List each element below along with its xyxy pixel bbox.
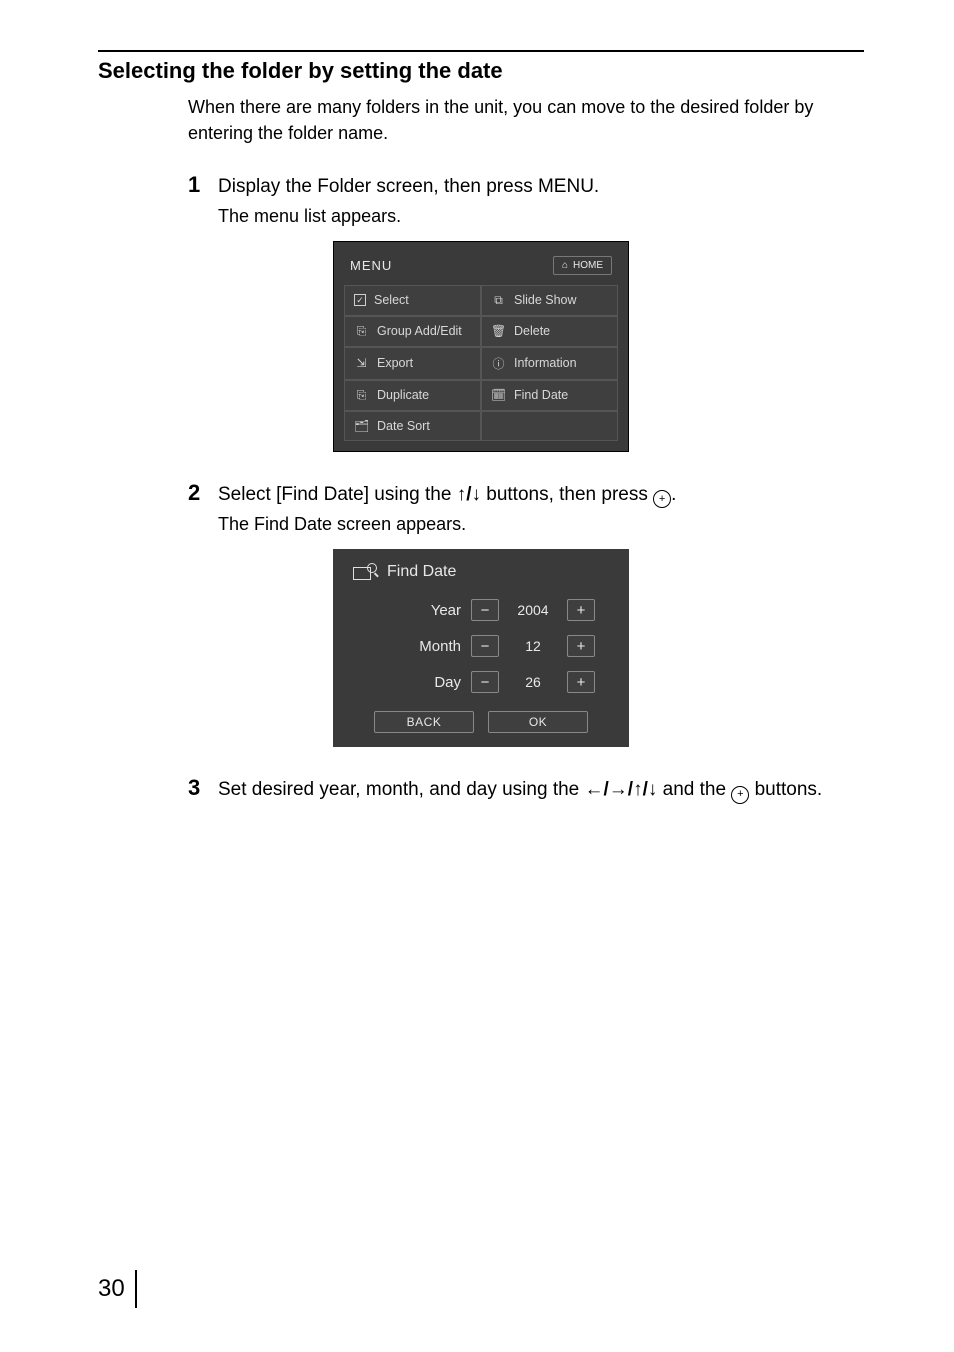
check-icon: ✓ bbox=[354, 294, 366, 306]
menu-item-finddate[interactable]: 🗓 Find Date bbox=[481, 380, 618, 411]
month-plus-button[interactable]: + bbox=[567, 635, 595, 657]
step-2: 2 Select [Find Date] using the ↑/↓ butto… bbox=[188, 480, 864, 509]
year-plus-button[interactable]: + bbox=[567, 599, 595, 621]
menu-item-label: Group Add/Edit bbox=[377, 324, 462, 338]
menu-item-select[interactable]: ✓ Select bbox=[344, 285, 481, 316]
section-title: Selecting the folder by setting the date bbox=[98, 58, 864, 84]
month-label: Month bbox=[391, 638, 461, 655]
export-icon: ⇲ bbox=[354, 356, 369, 370]
page-number: 30 bbox=[98, 1270, 137, 1308]
step-sub-1: The menu list appears. bbox=[218, 206, 864, 227]
day-plus-button[interactable]: + bbox=[567, 671, 595, 693]
intro-text: When there are many folders in the unit,… bbox=[188, 94, 864, 146]
step-text-1: Display the Folder screen, then press ME… bbox=[218, 174, 599, 200]
info-icon: ⓘ bbox=[491, 355, 506, 372]
menu-item-empty bbox=[481, 411, 618, 441]
enter-button-icon: + bbox=[731, 786, 749, 804]
calendar-search-icon bbox=[353, 563, 377, 581]
step-number-2: 2 bbox=[188, 480, 218, 506]
menu-item-information[interactable]: ⓘ Information bbox=[481, 347, 618, 380]
menu-item-label: Information bbox=[514, 356, 577, 370]
home-button[interactable]: ⌂ HOME bbox=[553, 256, 612, 275]
day-value: 26 bbox=[509, 674, 557, 690]
step-number-3: 3 bbox=[188, 775, 218, 801]
year-row: Year − 2004 + bbox=[347, 599, 595, 621]
enter-button-icon: + bbox=[653, 490, 671, 508]
step-number-1: 1 bbox=[188, 172, 218, 198]
arrows-4way-icon: ←/→/↑/↓ bbox=[585, 779, 658, 800]
year-value: 2004 bbox=[509, 602, 557, 618]
menu-item-label: Delete bbox=[514, 324, 550, 338]
step-1: 1 Display the Folder screen, then press … bbox=[188, 172, 864, 200]
slideshow-icon: ⧉ bbox=[491, 293, 506, 308]
menu-panel: MENU ⌂ HOME ✓ Select ⧉ Slide Show ⎘ Grou… bbox=[333, 241, 629, 452]
year-label: Year bbox=[391, 602, 461, 619]
day-row: Day − 26 + bbox=[347, 671, 595, 693]
menu-item-slideshow[interactable]: ⧉ Slide Show bbox=[481, 285, 618, 316]
menu-item-datesort[interactable]: 🗂 Date Sort bbox=[344, 411, 481, 441]
calendar-search-icon: 🗓 bbox=[491, 388, 506, 402]
step-text-3: Set desired year, month, and day using t… bbox=[218, 777, 822, 804]
menu-item-label: Slide Show bbox=[514, 293, 577, 307]
ok-button[interactable]: OK bbox=[488, 711, 588, 733]
month-value: 12 bbox=[509, 638, 557, 654]
month-minus-button[interactable]: − bbox=[471, 635, 499, 657]
year-minus-button[interactable]: − bbox=[471, 599, 499, 621]
duplicate-icon: ⎘ bbox=[354, 388, 369, 403]
menu-item-label: Duplicate bbox=[377, 388, 429, 402]
day-label: Day bbox=[391, 674, 461, 691]
step-text-2: Select [Find Date] using the ↑/↓ buttons… bbox=[218, 482, 676, 509]
step-sub-2: The Find Date screen appears. bbox=[218, 514, 864, 535]
menu-item-label: Select bbox=[374, 293, 409, 307]
find-date-title: Find Date bbox=[387, 563, 456, 581]
step-3: 3 Set desired year, month, and day using… bbox=[188, 775, 864, 804]
find-date-panel: Find Date Year − 2004 + Month − 12 + Day… bbox=[333, 549, 629, 747]
sort-icon: 🗂 bbox=[354, 419, 369, 433]
back-button[interactable]: BACK bbox=[374, 711, 474, 733]
menu-item-delete[interactable]: 🗑 Delete bbox=[481, 316, 618, 347]
menu-item-group[interactable]: ⎘ Group Add/Edit bbox=[344, 316, 481, 347]
arrows-up-down-icon: ↑/↓ bbox=[457, 484, 481, 505]
menu-item-export[interactable]: ⇲ Export bbox=[344, 347, 481, 380]
home-label: HOME bbox=[573, 260, 603, 271]
menu-item-label: Date Sort bbox=[377, 419, 430, 433]
menu-item-duplicate[interactable]: ⎘ Duplicate bbox=[344, 380, 481, 411]
group-icon: ⎘ bbox=[354, 324, 369, 339]
menu-title: MENU bbox=[350, 258, 392, 273]
home-icon: ⌂ bbox=[562, 260, 568, 271]
day-minus-button[interactable]: − bbox=[471, 671, 499, 693]
trash-icon: 🗑 bbox=[491, 324, 506, 338]
menu-item-label: Export bbox=[377, 356, 413, 370]
menu-item-label: Find Date bbox=[514, 388, 568, 402]
month-row: Month − 12 + bbox=[347, 635, 595, 657]
